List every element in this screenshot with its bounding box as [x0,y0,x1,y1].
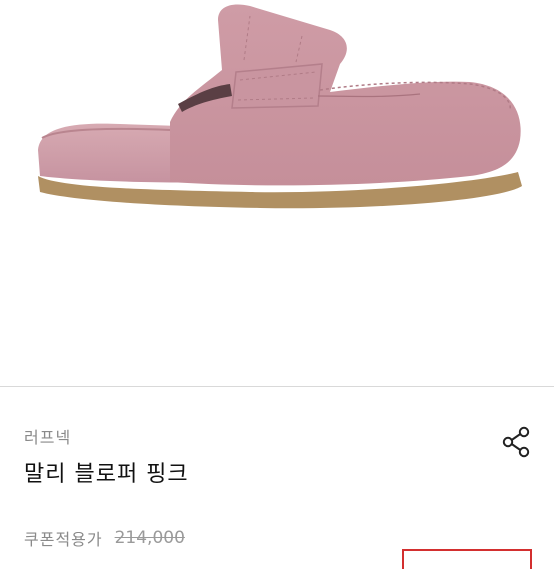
product-title: 말리 블로퍼 핑크 [24,462,189,487]
product-image[interactable] [0,0,554,386]
price-row: 쿠폰적용가 214,000 [24,526,185,550]
share-button[interactable] [498,423,536,461]
brand-name[interactable]: 러프넥 [24,424,71,448]
shoe-image [38,4,522,209]
coupon-button[interactable] [402,549,532,569]
share-icon [502,426,530,458]
coupon-price-label: 쿠폰적용가 [24,530,103,549]
original-price: 214,000 [114,528,185,548]
product-info: 러프넥 말리 블로퍼 핑크 쿠폰적용가 214,000 [0,386,554,569]
